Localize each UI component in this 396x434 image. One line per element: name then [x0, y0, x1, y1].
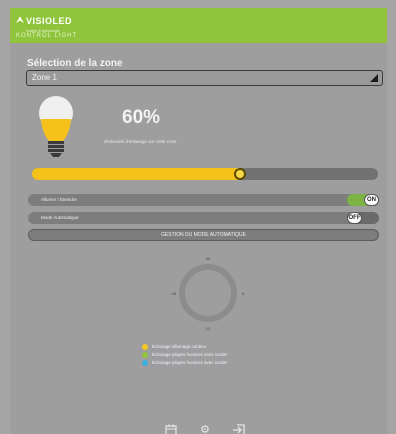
gear-icon[interactable]: ⚙: [198, 423, 212, 434]
auto-mode-toggle[interactable]: OFF: [347, 212, 379, 224]
schedule-ring-track: [179, 264, 237, 322]
legend: Eclairage allumage continu Eclairage pla…: [142, 343, 342, 367]
brand-name: VISIOLED: [26, 16, 73, 26]
zone-dropdown[interactable]: Zone 1: [26, 70, 383, 86]
logout-icon[interactable]: [232, 423, 246, 434]
calendar-icon[interactable]: [164, 423, 178, 434]
header-bar: VISIOLED lumière & technologie KONTROL L…: [10, 8, 387, 43]
power-toggle-knob: ON: [364, 194, 379, 206]
auto-mode-toggle-knob: OFF: [347, 212, 362, 224]
legend-dot-continuous: [142, 344, 148, 350]
clock-label-bottom: 12: [206, 326, 211, 331]
legend-item: Eclairage plages horaires sans sonde: [142, 351, 342, 359]
power-toggle-label: Allumer / Eteindre: [41, 197, 77, 202]
footer-toolbar: ⚙: [160, 423, 250, 434]
power-toggle[interactable]: ON: [347, 194, 379, 206]
intensity-slider[interactable]: [32, 168, 378, 180]
auto-mode-toggle-label: Mode Automatique: [41, 215, 79, 220]
intensity-caption: d'intensité d'éclairage sur cette zone: [104, 139, 177, 144]
logo: VISIOLED lumière & technologie KONTROL L…: [16, 11, 76, 39]
dropdown-arrow-icon: [370, 74, 378, 82]
legend-label: Eclairage plages horaires sans sonde: [152, 352, 228, 357]
legend-dot-with-sensor: [142, 360, 148, 366]
zone-dropdown-value: Zone 1: [32, 73, 57, 82]
app-screen: VISIOLED lumière & technologie KONTROL L…: [10, 8, 387, 434]
legend-item: Eclairage plages horaires avec sonde: [142, 359, 342, 367]
legend-item: Eclairage allumage continu: [142, 343, 342, 351]
product-name: KONTROL LIGHT: [16, 33, 78, 39]
intensity-slider-thumb[interactable]: [233, 168, 246, 180]
auto-mode-settings-button[interactable]: GESTION DU MODE AUTOMATIQUE: [28, 229, 379, 241]
schedule-ring: 00 6 12 18: [172, 256, 245, 331]
intensity-slider-fill: [32, 168, 240, 180]
clock-label-top: 00: [206, 256, 211, 261]
auto-mode-toggle-row: Mode Automatique OFF: [28, 212, 379, 224]
light-bulb-icon: [39, 96, 73, 157]
logo-mark-icon: [16, 16, 24, 24]
power-toggle-row: Allumer / Eteindre ON: [28, 194, 379, 206]
legend-dot-no-sensor: [142, 352, 148, 358]
zone-section-title: Sélection de la zone: [27, 58, 123, 69]
clock-label-left: 18: [172, 291, 177, 296]
clock-label-right: 6: [242, 291, 245, 296]
legend-label: Eclairage plages horaires avec sonde: [152, 360, 228, 365]
intensity-percent: 60%: [122, 107, 161, 128]
legend-label: Eclairage allumage continu: [152, 344, 207, 349]
